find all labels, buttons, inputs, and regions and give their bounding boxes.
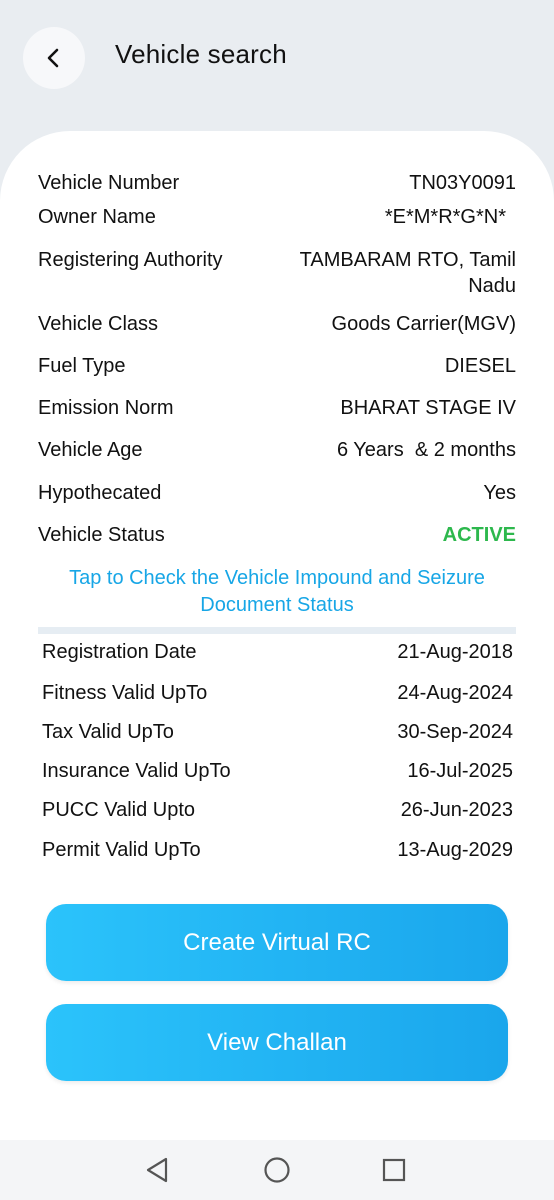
detail-label: Hypothecated bbox=[38, 482, 162, 504]
detail-row-registering-authority: Registering Authority TAMBARAM RTO, Tami… bbox=[38, 247, 516, 299]
validity-label: Registration Date bbox=[42, 641, 197, 663]
detail-value: DIESEL bbox=[444, 355, 516, 377]
detail-label: Emission Norm bbox=[38, 397, 174, 419]
square-recents-icon[interactable] bbox=[378, 1154, 410, 1186]
validity-label: PUCC Valid Upto bbox=[42, 799, 196, 821]
detail-label: Vehicle Number bbox=[38, 172, 180, 194]
detail-row-vehicle-age: Vehicle Age 6 Years & 2 months bbox=[38, 437, 516, 463]
detail-value: TN03Y0091 bbox=[409, 172, 516, 194]
validity-row-fitness: Fitness Valid UpTo 24-Aug-2024 bbox=[42, 680, 513, 706]
validity-label: Fitness Valid UpTo bbox=[42, 682, 208, 704]
view-challan-button[interactable]: View Challan bbox=[46, 1004, 508, 1081]
detail-label: Vehicle Class bbox=[38, 313, 159, 335]
validity-value: 30-Sep-2024 bbox=[397, 721, 513, 743]
validity-value: 26-Jun-2023 bbox=[400, 799, 513, 821]
validity-row-insurance: Insurance Valid UpTo 16-Jul-2025 bbox=[42, 758, 513, 784]
detail-row-vehicle-class: Vehicle Class Goods Carrier(MGV) bbox=[38, 311, 516, 337]
detail-value: 6 Years & 2 months bbox=[336, 439, 516, 461]
validity-row-permit: Permit Valid UpTo 13-Aug-2029 bbox=[42, 837, 513, 863]
validity-value: 21-Aug-2018 bbox=[397, 641, 513, 663]
create-virtual-rc-button[interactable]: Create Virtual RC bbox=[46, 904, 508, 981]
detail-row-emission-norm: Emission Norm BHARAT STAGE IV bbox=[38, 395, 516, 421]
status-badge: ACTIVE bbox=[442, 524, 516, 546]
validity-row-registration-date: Registration Date 21-Aug-2018 bbox=[42, 639, 513, 665]
chevron-left-icon bbox=[47, 48, 59, 68]
triangle-back-icon[interactable] bbox=[142, 1154, 174, 1186]
detail-row-vehicle-status: Vehicle Status ACTIVE bbox=[38, 522, 516, 548]
detail-label: Registering Authority bbox=[38, 249, 223, 271]
detail-row-fuel-type: Fuel Type DIESEL bbox=[38, 353, 516, 379]
validity-row-pucc: PUCC Valid Upto 26-Jun-2023 bbox=[42, 797, 513, 823]
detail-value: *E*M*R*G*N* bbox=[384, 206, 506, 228]
detail-label: Fuel Type bbox=[38, 355, 126, 377]
system-navigation-bar bbox=[0, 1140, 554, 1200]
validity-row-tax: Tax Valid UpTo 30-Sep-2024 bbox=[42, 719, 513, 745]
impound-seizure-link[interactable]: Tap to Check the Vehicle Impound and Sei… bbox=[38, 565, 516, 619]
detail-value: Yes bbox=[483, 482, 516, 504]
detail-label: Owner Name bbox=[38, 206, 156, 228]
detail-label: Vehicle Status bbox=[38, 524, 165, 546]
detail-row-hypothecated: Hypothecated Yes bbox=[38, 480, 516, 506]
app-header: Vehicle search bbox=[0, 0, 554, 130]
page-title: Vehicle search bbox=[115, 39, 287, 69]
detail-value: Goods Carrier(MGV) bbox=[331, 313, 516, 335]
back-button[interactable] bbox=[23, 27, 85, 89]
validity-value: 13-Aug-2029 bbox=[397, 839, 513, 861]
validity-label: Insurance Valid UpTo bbox=[42, 760, 231, 782]
detail-row-owner-name: Owner Name *E*M*R*G*N* bbox=[38, 204, 516, 230]
detail-value: BHARAT STAGE IV bbox=[340, 397, 516, 419]
validity-label: Tax Valid UpTo bbox=[42, 721, 174, 743]
detail-label: Vehicle Age bbox=[38, 439, 143, 461]
validity-value: 24-Aug-2024 bbox=[397, 682, 513, 704]
validity-value: 16-Jul-2025 bbox=[407, 760, 513, 782]
section-divider bbox=[38, 627, 516, 634]
circle-home-icon[interactable] bbox=[261, 1154, 293, 1186]
detail-value: TAMBARAM RTO, Tamil Nadu bbox=[299, 249, 516, 297]
validity-label: Permit Valid UpTo bbox=[42, 839, 201, 861]
detail-row-vehicle-number: Vehicle Number TN03Y0091 bbox=[38, 170, 516, 196]
